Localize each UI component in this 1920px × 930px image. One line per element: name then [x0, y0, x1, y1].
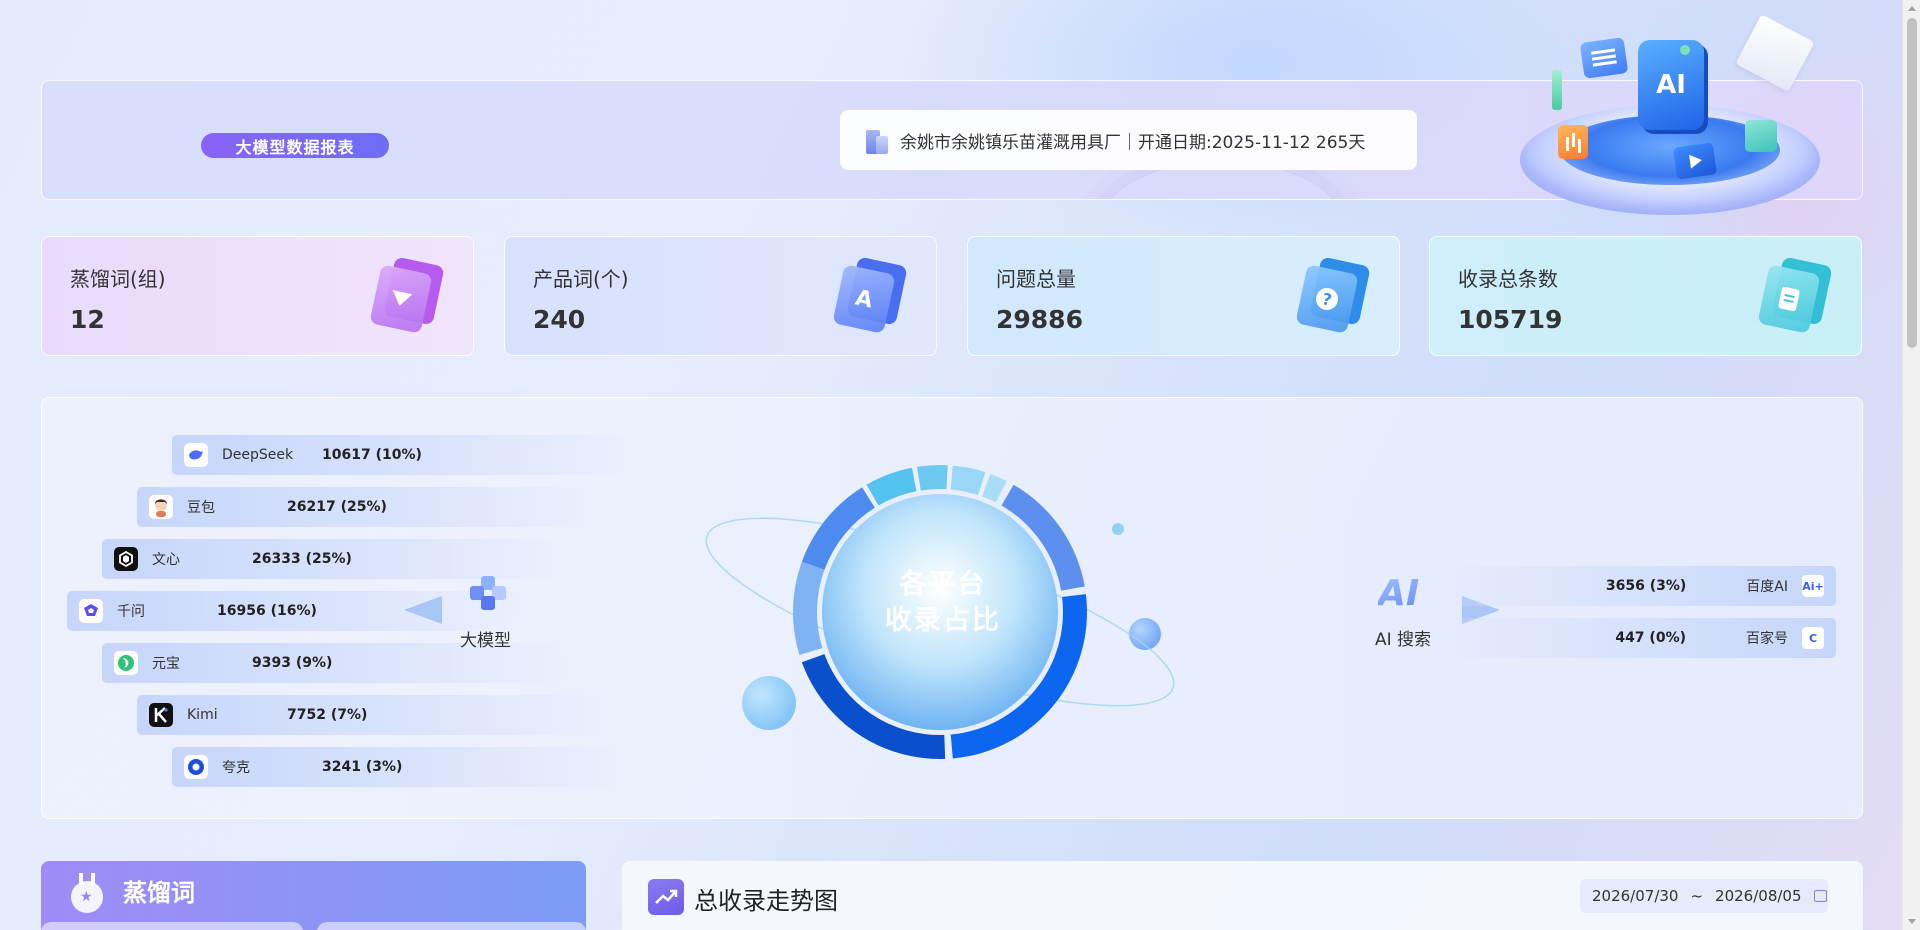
vertical-scrollbar[interactable]	[1902, 0, 1920, 930]
donut-segment	[950, 465, 986, 496]
ai-name: 百家号	[1746, 631, 1788, 647]
model-value: 16956 (16%)	[217, 603, 317, 619]
date-end[interactable]: 2026/08/05	[1715, 887, 1801, 905]
keyword-tab[interactable]	[317, 922, 586, 930]
model-value: 9393 (9%)	[252, 655, 333, 671]
model-name: DeepSeek	[222, 447, 294, 463]
model-name: 文心	[152, 552, 180, 568]
ai-search-label: AI 搜索	[1375, 630, 1432, 650]
model-name: 豆包	[187, 500, 215, 516]
model-name: 夸克	[222, 760, 250, 776]
donut-center-title: 各平台 收录占比	[843, 567, 1043, 639]
calendar-icon[interactable]	[1813, 890, 1827, 902]
model-value: 26333 (25%)	[252, 551, 352, 567]
ai-logo-icon: AI	[1378, 573, 1428, 615]
stat-value: 29886	[996, 305, 1083, 334]
large-model-label: 大模型	[460, 631, 511, 651]
donut-segment	[917, 465, 948, 491]
baidu-ai-logo-icon: Ai+	[1802, 575, 1824, 597]
ai-illustration: AI	[1520, 14, 1820, 215]
model-row-doubao: 豆包 26217 (25%)	[137, 487, 607, 527]
stat-card-indexed-total: 收录总条数 105719	[1429, 236, 1862, 356]
scrollbar-thumb[interactable]	[1907, 18, 1917, 348]
model-row-wenxin: 文心 26333 (25%)	[102, 539, 572, 579]
ai-value: 3656 (3%)	[1605, 578, 1687, 594]
ai-row-baijiahao: 447 (0%) 百家号 C	[1430, 618, 1836, 658]
model-value: 26217 (25%)	[287, 499, 387, 515]
document-icon	[1757, 256, 1833, 337]
model-value: 7752 (7%)	[287, 707, 368, 723]
qianwen-logo-icon	[79, 599, 103, 623]
letter-a-icon: A	[832, 256, 908, 337]
yuanbao-logo-icon	[114, 651, 138, 675]
distill-words-panel: ★ 蒸馏词	[41, 861, 586, 930]
deepseek-logo-icon	[184, 443, 208, 467]
date-range-picker[interactable]: 2026/07/30 ~ 2026/08/05	[1580, 879, 1828, 913]
donut-title-line: 各平台	[899, 569, 987, 600]
ai-row-baidu-ai: 3656 (3%) 百度AI Ai+	[1430, 566, 1836, 606]
panel-title: 蒸馏词	[123, 879, 195, 907]
kimi-logo-icon	[149, 703, 173, 727]
baijiahao-logo-icon: C	[1802, 627, 1824, 649]
date-separator: ~	[1690, 887, 1704, 905]
ai-value: 447 (0%)	[1615, 630, 1686, 646]
stat-value: 12	[70, 305, 105, 334]
doubao-logo-icon	[149, 495, 173, 519]
model-row-kuake: 夸克 3241 (3%)	[172, 747, 622, 787]
kuake-logo-icon	[184, 755, 208, 779]
model-row-qianwen: 千问 16956 (16%)	[67, 591, 537, 631]
trend-up-icon	[648, 879, 684, 915]
report-title-badge: 大模型数据报表	[201, 133, 389, 158]
chevron-left-icon	[404, 596, 442, 624]
stat-card-question-total: 问题总量 29886 ?	[967, 236, 1400, 356]
stat-value: 105719	[1458, 305, 1563, 334]
question-icon: ?	[1295, 256, 1371, 337]
stat-value: 240	[533, 305, 586, 334]
model-value: 3241 (3%)	[322, 759, 403, 775]
donut-title-line: 收录占比	[885, 605, 1001, 636]
model-name: 元宝	[152, 656, 180, 672]
date-start[interactable]: 2026/07/30	[1592, 887, 1678, 905]
company-info-card: 余姚市余姚镇乐苗灌溉用具厂｜开通日期:2025-11-12 265天	[840, 110, 1417, 170]
stat-card-distill-words: 蒸馏词(组) 12	[41, 236, 474, 356]
model-name: Kimi	[187, 707, 218, 723]
stat-card-product-words: 产品词(个) 240 A	[504, 236, 937, 356]
stat-label: 产品词(个)	[533, 267, 629, 291]
model-row-deepseek: DeepSeek 10617 (10%)	[172, 435, 642, 475]
medal-icon: ★	[71, 873, 103, 913]
keyword-tab[interactable]	[41, 922, 303, 930]
stat-label: 收录总条数	[1458, 267, 1558, 291]
stat-label: 蒸馏词(组)	[70, 267, 166, 291]
donut-segment	[982, 473, 1007, 503]
ai-name: 百度AI	[1746, 579, 1788, 595]
wenxin-logo-icon	[114, 547, 138, 571]
company-info-text: 余姚市余姚镇乐苗灌溉用具厂｜开通日期:2025-11-12 265天	[900, 132, 1366, 153]
scroll-up-arrow-icon[interactable]	[1908, 6, 1916, 11]
model-row-kimi: Kimi 7752 (7%)	[137, 695, 607, 735]
model-name: 千问	[117, 604, 145, 620]
cube-icon	[470, 576, 506, 612]
funnel-icon	[369, 256, 445, 337]
model-value: 10617 (10%)	[322, 447, 422, 463]
donut-segment	[793, 561, 825, 655]
building-icon	[864, 126, 890, 154]
panel-title: 总收录走势图	[694, 887, 838, 915]
scroll-down-arrow-icon[interactable]	[1908, 919, 1916, 924]
stat-label: 问题总量	[996, 267, 1076, 291]
